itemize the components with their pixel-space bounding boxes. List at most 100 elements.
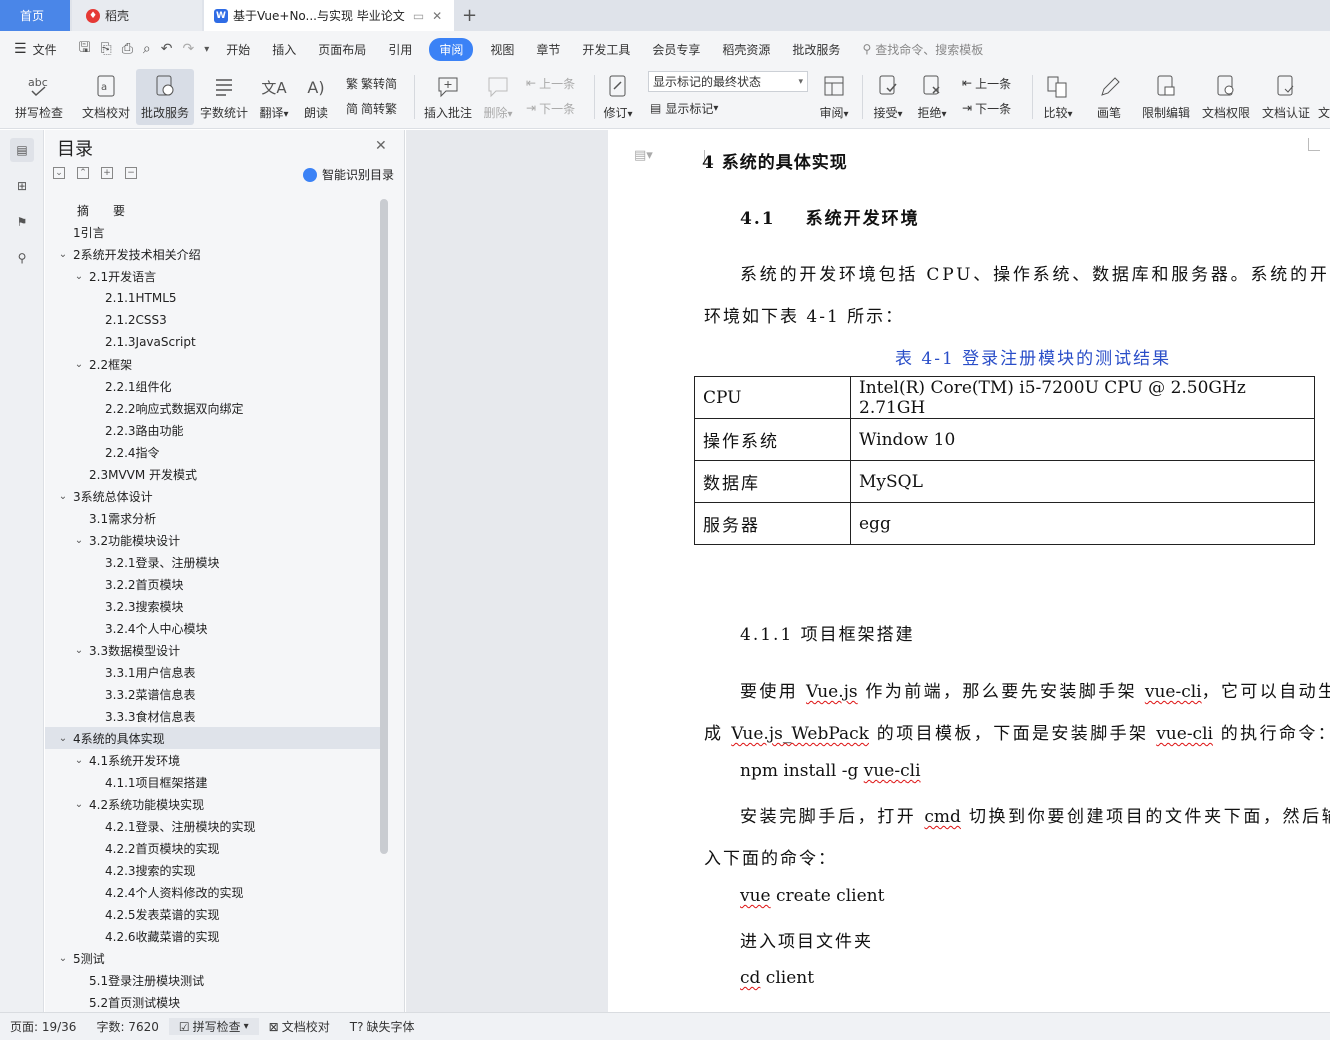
toc-item[interactable]: 5.1登录注册模块测试: [45, 969, 380, 991]
menu-reference[interactable]: 引用: [377, 41, 423, 58]
toc-item[interactable]: 4.2.6收藏菜谱的实现: [45, 925, 380, 947]
delete-comment-button[interactable]: 删除▾: [480, 69, 516, 125]
toc-item[interactable]: 3.3.2菜谱信息表: [45, 683, 380, 705]
toc-item[interactable]: 4.2.5发表菜谱的实现: [45, 903, 380, 925]
insert-comment-button[interactable]: 插入批注: [422, 69, 474, 125]
bookmark-icon[interactable]: ⚑: [10, 210, 34, 234]
menu-chapter[interactable]: 章节: [525, 41, 571, 58]
window-icon[interactable]: ▭: [413, 9, 424, 23]
correction-service-button[interactable]: 批改服务: [136, 69, 194, 125]
toc-item[interactable]: 3.1需求分析: [45, 507, 380, 529]
remove-level-icon[interactable]: −: [125, 167, 137, 179]
toc-item[interactable]: 2.3MVVM 开发模式: [45, 463, 380, 485]
menu-devtools[interactable]: 开发工具: [571, 41, 641, 58]
chevron-down-icon[interactable]: ⌄: [57, 953, 69, 964]
simp-to-trad-button[interactable]: 简简转繁: [346, 97, 397, 119]
toc-item[interactable]: ⌄ 3系统总体设计: [45, 485, 380, 507]
new-tab-icon[interactable]: +: [462, 5, 477, 26]
toc-item[interactable]: ⌄ 5测试: [45, 947, 380, 969]
document-page[interactable]: ▤▾ 4 系统的具体实现 4.1 系统开发环境 系统的开发环境包括 CPU、操作系…: [608, 130, 1330, 1012]
restrict-editing-button[interactable]: 限制编辑: [1140, 69, 1192, 125]
missing-font-indicator[interactable]: T? 缺失字体: [340, 1018, 425, 1035]
more-quick-icon[interactable]: ▾: [204, 44, 209, 55]
pen-button[interactable]: 画笔: [1094, 69, 1124, 125]
toc-item[interactable]: 3.2.4个人中心模块: [45, 617, 380, 639]
menu-start[interactable]: 开始: [215, 41, 261, 58]
next-comment-button[interactable]: ⇥ 下一条: [526, 97, 575, 119]
translate-button[interactable]: 文A 翻译▾: [256, 69, 292, 125]
find-icon[interactable]: ⚲: [10, 246, 34, 270]
chevron-down-icon[interactable]: ⌄: [73, 645, 85, 656]
menu-correction[interactable]: 批改服务: [781, 41, 851, 58]
toc-item[interactable]: 5.2首页测试模块: [45, 991, 380, 1010]
tab-home[interactable]: 首页: [0, 0, 70, 31]
toc-item[interactable]: 4.2.3搜索的实现: [45, 859, 380, 881]
trad-to-simp-button[interactable]: 繁繁转简: [346, 72, 397, 94]
toc-item[interactable]: 摘 要: [45, 199, 380, 221]
compare-button[interactable]: 比较▾: [1040, 69, 1076, 125]
chevron-down-icon[interactable]: ⌄: [73, 799, 85, 810]
toc-item[interactable]: 4.2.2首页模块的实现: [45, 837, 380, 859]
menu-insert[interactable]: 插入: [261, 41, 307, 58]
toc-item[interactable]: 2.2.4指令: [45, 441, 380, 463]
spell-check-button[interactable]: abc 拼写检查: [10, 69, 68, 125]
toc-item[interactable]: ⌄ 4.2系统功能模块实现: [45, 793, 380, 815]
toc-item[interactable]: 1引言: [45, 221, 380, 243]
toc-item[interactable]: 3.3.3食材信息表: [45, 705, 380, 727]
expand-all-icon[interactable]: ⌃: [77, 167, 89, 179]
proofread-button[interactable]: a 文档校对: [80, 69, 132, 125]
undo-icon[interactable]: ↶: [161, 41, 173, 57]
toc-item[interactable]: 2.2.2响应式数据双向绑定: [45, 397, 380, 419]
outline-nav-icon[interactable]: ⊞: [10, 174, 34, 198]
toc-item[interactable]: 2.1.1HTML5: [45, 287, 380, 309]
status-spell-check[interactable]: ☑ 拼写检查 ▾: [168, 1018, 259, 1035]
toc-item[interactable]: ⌄ 3.3数据模型设计: [45, 639, 380, 661]
toc-item[interactable]: 4.1.1项目框架搭建: [45, 771, 380, 793]
prev-comment-button[interactable]: ⇤ 上一条: [526, 72, 575, 94]
chevron-down-icon[interactable]: ⌄: [73, 755, 85, 766]
show-markup-button[interactable]: ▤ 显示标记 ▾: [650, 97, 718, 119]
doc-certify-button[interactable]: 文档认证: [1260, 69, 1312, 125]
tab-document[interactable]: W 基于Vue+No...与实现 毕业论文 ▭ ✕: [204, 0, 454, 31]
word-count-button[interactable]: 字数统计: [198, 69, 250, 125]
toc-item[interactable]: 2.2.3路由功能: [45, 419, 380, 441]
more-ribbon-button[interactable]: 文: [1318, 69, 1330, 125]
chevron-down-icon[interactable]: ⌄: [57, 491, 69, 502]
review-pane-button[interactable]: 审阅▾: [816, 69, 852, 125]
toc-item[interactable]: ⌄ 2.2框架: [45, 353, 380, 375]
accept-button[interactable]: 接受▾: [870, 69, 906, 125]
toc-item[interactable]: ⌄ 4系统的具体实现: [45, 727, 380, 749]
menu-view[interactable]: 视图: [479, 41, 525, 58]
page-indicator[interactable]: 页面: 19/36: [0, 1018, 86, 1035]
status-proofread[interactable]: ⊠ 文档校对: [259, 1018, 340, 1035]
toc-item[interactable]: 2.2.1组件化: [45, 375, 380, 397]
toc-item[interactable]: 3.2.1登录、注册模块: [45, 551, 380, 573]
toc-item[interactable]: ⌄ 3.2功能模块设计: [45, 529, 380, 551]
toc-item[interactable]: 2.1.3JavaScript: [45, 331, 380, 353]
menu-member[interactable]: 会员专享: [641, 41, 711, 58]
collapse-all-icon[interactable]: ⌄: [53, 167, 65, 179]
chevron-down-icon[interactable]: ⌄: [57, 733, 69, 744]
menu-daoke-resources[interactable]: 稻壳资源: [711, 41, 781, 58]
toc-item[interactable]: ⌄ 2.1开发语言: [45, 265, 380, 287]
print-icon[interactable]: ⎙: [122, 41, 133, 57]
chevron-down-icon[interactable]: ⌄: [73, 271, 85, 282]
chevron-down-icon[interactable]: ⌄: [73, 359, 85, 370]
track-changes-button[interactable]: 修订▾: [600, 69, 636, 125]
toc-item[interactable]: 4.2.4个人资料修改的实现: [45, 881, 380, 903]
export-icon[interactable]: ⎘: [101, 41, 112, 57]
markup-state-select[interactable]: 显示标记的最终状态 ▾: [648, 71, 808, 92]
next-change-button[interactable]: ⇥ 下一条: [962, 97, 1011, 119]
close-tab-icon[interactable]: ✕: [432, 9, 442, 23]
chevron-down-icon[interactable]: ⌄: [57, 249, 69, 260]
doc-permission-button[interactable]: 文档权限: [1200, 69, 1252, 125]
toc-item[interactable]: ⌄ 4.1系统开发环境: [45, 749, 380, 771]
read-aloud-button[interactable]: A) 朗读: [300, 69, 332, 125]
toc-item[interactable]: 3.2.2首页模块: [45, 573, 380, 595]
redo-icon[interactable]: ↷: [183, 41, 195, 57]
close-icon[interactable]: ✕: [375, 138, 387, 154]
toc-item[interactable]: 3.3.1用户信息表: [45, 661, 380, 683]
toc-scrollbar[interactable]: [380, 199, 388, 854]
toc-item[interactable]: 3.2.3搜索模块: [45, 595, 380, 617]
menu-review[interactable]: 审阅: [429, 37, 474, 61]
